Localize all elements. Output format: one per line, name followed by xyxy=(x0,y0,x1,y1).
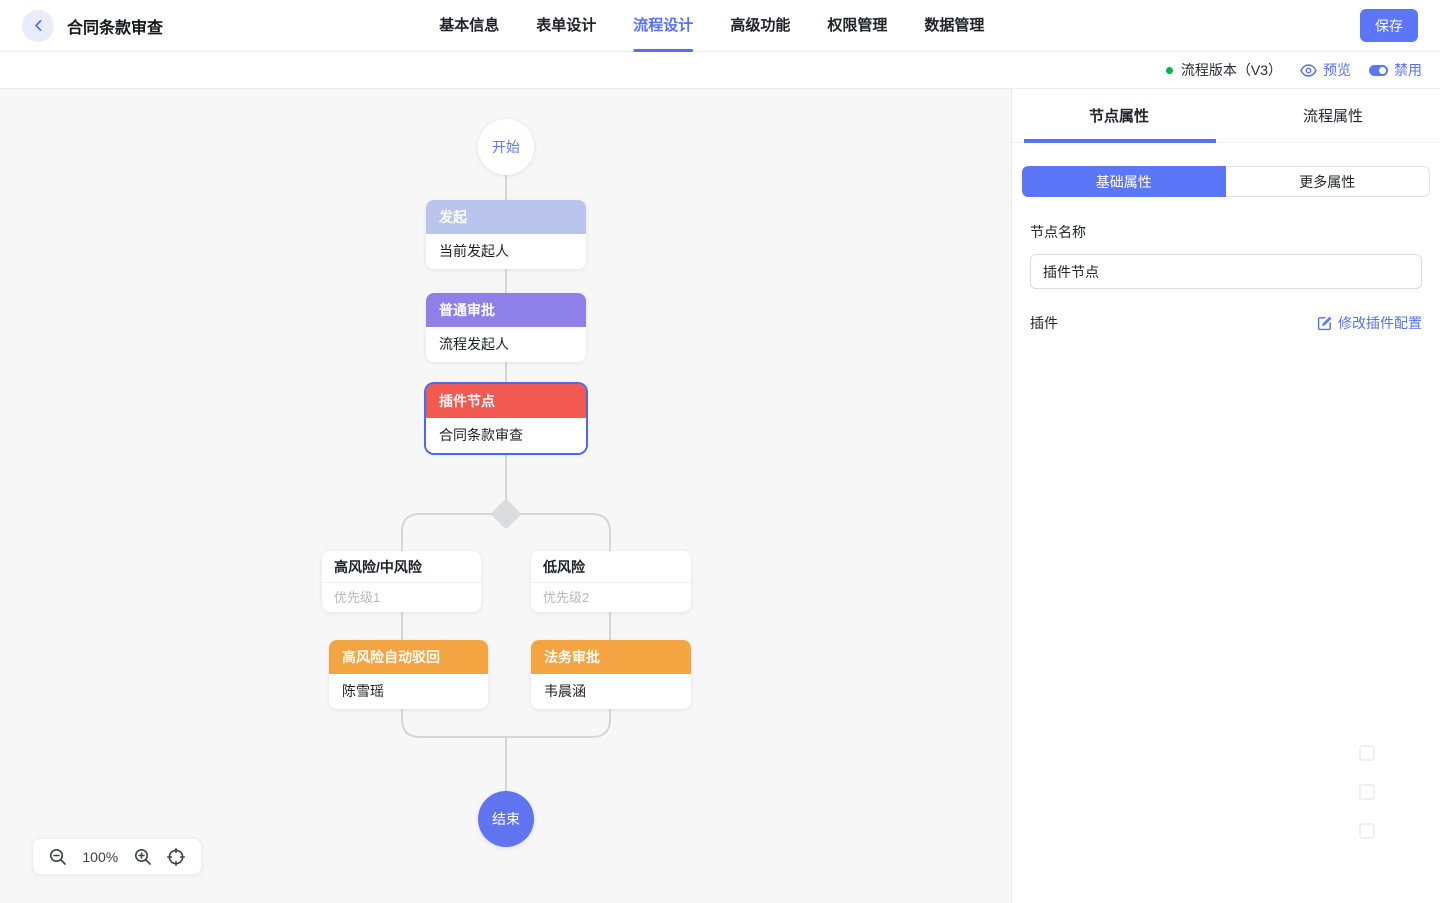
condition-priority: 优先级1 xyxy=(334,590,381,605)
flow-toolbar: 流程版本（V3） 预览 禁用 xyxy=(0,52,1440,89)
plugin-label: 插件 xyxy=(1030,315,1058,331)
disable-label: 禁用 xyxy=(1394,62,1422,78)
segment-more-properties[interactable]: 更多属性 xyxy=(1225,166,1430,197)
condition-label: 低风险 xyxy=(531,551,691,583)
app-root: 合同条款审查 基本信息 表单设计 流程设计 高级功能 权限管理 数据管理 保存 … xyxy=(0,0,1440,903)
node-name-label: 节点名称 xyxy=(1030,224,1086,240)
side-action-button-2[interactable] xyxy=(1359,784,1375,800)
version-label: 流程版本（V3） xyxy=(1180,62,1282,78)
preview-button[interactable]: 预览 xyxy=(1300,60,1351,80)
flow-node-initiate[interactable]: 发起 当前发起人 xyxy=(426,200,586,269)
eye-icon xyxy=(1300,63,1317,77)
zoom-in-icon xyxy=(134,848,151,865)
top-header: 合同条款审查 基本信息 表单设计 流程设计 高级功能 权限管理 数据管理 保存 xyxy=(0,0,1440,52)
properties-panel: 节点属性 流程属性 基础属性 更多属性 节点名称 插件节点 插件 修改插件配置 xyxy=(1012,89,1440,903)
node-title: 发起 xyxy=(426,200,586,234)
page-title: 合同条款审查 xyxy=(67,19,164,37)
edit-plugin-config-label: 修改插件配置 xyxy=(1338,315,1422,331)
node-title: 法务审批 xyxy=(531,640,691,674)
toggle-on-icon xyxy=(1369,64,1388,76)
side-action-button-3[interactable] xyxy=(1359,823,1375,839)
zoom-controls: 100% xyxy=(32,838,202,875)
property-segmented-control: 基础属性 更多属性 xyxy=(1022,166,1430,197)
zoom-level: 100% xyxy=(82,848,119,865)
node-title: 高风险自动驳回 xyxy=(329,640,488,674)
center-view-button[interactable] xyxy=(166,847,185,866)
save-button[interactable]: 保存 xyxy=(1360,9,1418,42)
node-assignee: 陈雪瑶 xyxy=(329,674,488,709)
tab-flow-design[interactable]: 流程设计 xyxy=(633,0,694,52)
node-title: 插件节点 xyxy=(426,384,586,418)
side-action-button-1[interactable] xyxy=(1359,745,1375,761)
condition-priority: 优先级2 xyxy=(543,590,590,605)
zoom-out-button[interactable] xyxy=(49,848,67,866)
zoom-in-button[interactable] xyxy=(134,848,152,866)
tab-permissions[interactable]: 权限管理 xyxy=(827,0,887,52)
flow-start-node[interactable]: 开始 xyxy=(478,119,534,175)
tab-flow-properties[interactable]: 流程属性 xyxy=(1226,89,1440,142)
condition-label: 高风险/中风险 xyxy=(322,551,481,583)
flow-node-legal-approval[interactable]: 法务审批 韦晨涵 xyxy=(531,640,691,709)
crosshair-icon xyxy=(166,847,185,866)
node-assignee: 合同条款审查 xyxy=(426,418,586,453)
node-title: 普通审批 xyxy=(426,293,586,327)
tab-advanced[interactable]: 高级功能 xyxy=(730,0,790,52)
node-assignee: 流程发起人 xyxy=(426,327,586,362)
flow-condition-low-risk[interactable]: 低风险 优先级2 xyxy=(531,551,691,612)
flow-end-node[interactable]: 结束 xyxy=(478,791,534,847)
panel-tabs: 节点属性 流程属性 xyxy=(1012,89,1440,143)
node-assignee: 韦晨涵 xyxy=(531,674,691,709)
back-button[interactable] xyxy=(22,9,54,42)
main-nav: 基本信息 表单设计 流程设计 高级功能 权限管理 数据管理 xyxy=(439,0,984,52)
flow-node-approval[interactable]: 普通审批 流程发起人 xyxy=(426,293,586,362)
tab-basic-info[interactable]: 基本信息 xyxy=(439,0,499,52)
flow-node-auto-reject[interactable]: 高风险自动驳回 陈雪瑶 xyxy=(329,640,488,709)
zoom-out-icon xyxy=(50,848,66,865)
node-name-input[interactable] xyxy=(1030,254,1422,289)
disable-toggle[interactable]: 禁用 xyxy=(1369,60,1422,80)
tab-form-design[interactable]: 表单设计 xyxy=(536,0,596,52)
edit-pencil-icon xyxy=(1317,316,1332,330)
segment-basic-properties[interactable]: 基础属性 xyxy=(1022,166,1226,197)
flow-condition-high-risk[interactable]: 高风险/中风险 优先级1 xyxy=(322,551,481,612)
edit-plugin-config-link[interactable]: 修改插件配置 xyxy=(1317,313,1422,333)
flow-canvas[interactable]: 开始 发起 当前发起人 普通审批 流程发起人 插件节点 合同条款审查 高风险/中… xyxy=(0,89,1012,903)
status-dot xyxy=(1165,66,1173,74)
preview-label: 预览 xyxy=(1323,62,1351,78)
tab-node-properties[interactable]: 节点属性 xyxy=(1012,89,1226,143)
flow-node-plugin-selected[interactable]: 插件节点 合同条款审查 xyxy=(426,384,586,453)
version-group: 流程版本（V3） xyxy=(1165,60,1282,80)
chevron-left-icon xyxy=(34,20,41,31)
node-assignee: 当前发起人 xyxy=(426,234,586,269)
gateway-diamond-icon xyxy=(491,499,521,529)
tab-data-mgmt[interactable]: 数据管理 xyxy=(924,0,984,52)
